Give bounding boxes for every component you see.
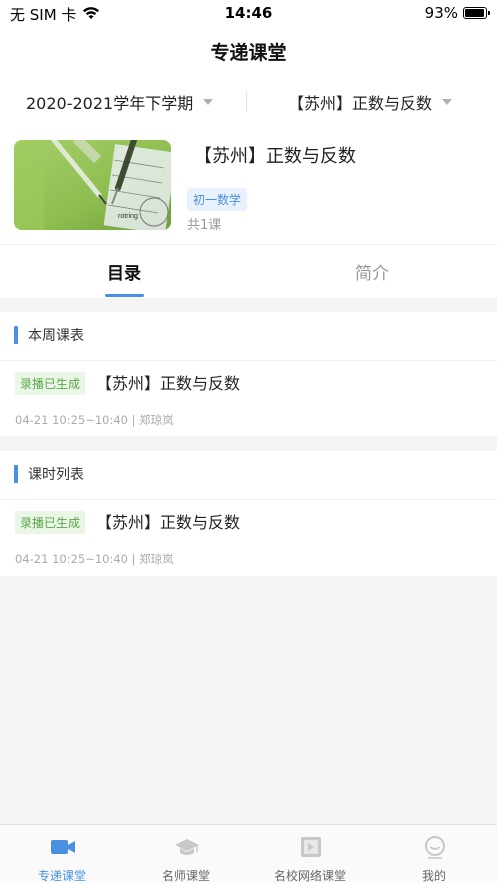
lesson-title: 【苏州】正数与反数 <box>96 374 241 393</box>
section-accent-bar <box>14 465 18 483</box>
divider <box>0 499 497 500</box>
bottom-tab-bar: 专递课堂 名师课堂 名校网络课堂 我的 <box>0 824 497 883</box>
section-lesson-list: 课时列表 录播已生成 【苏州】正数与反数 04-21 10:25~10:40 |… <box>0 451 497 576</box>
battery-fill <box>465 9 484 17</box>
lesson-meta: 04-21 10:25~10:40 | 郑琼岚 <box>15 552 174 566</box>
status-time: 14:46 <box>224 4 273 22</box>
recording-status-badge: 录播已生成 <box>15 511 86 534</box>
section-header: 本周课表 <box>14 326 84 344</box>
tabbar-item-online-school[interactable]: 名校网络课堂 <box>248 825 372 883</box>
section-title: 课时列表 <box>28 467 84 483</box>
course-filter-label: 【苏州】正数与反数 <box>288 94 433 113</box>
subject-tag: 初一数学 <box>187 188 248 211</box>
section-header: 课时列表 <box>14 465 84 483</box>
tabbar-item-special-classroom[interactable]: 专递课堂 <box>0 825 124 883</box>
course-filter-dropdown[interactable]: 【苏州】正数与反数 <box>288 86 453 118</box>
battery-icon <box>463 7 490 19</box>
tabbar-label: 名校网络课堂 <box>273 869 346 883</box>
video-file-icon <box>298 835 324 859</box>
course-thumbnail: rotring <box>14 140 171 230</box>
course-card: rotring 【苏州】正数与反数 初一数学 共1课 <box>14 140 484 233</box>
smile-face-icon <box>422 835 448 859</box>
caret-down-icon <box>203 99 214 105</box>
caret-down-icon <box>442 99 453 105</box>
lesson-count: 共1课 <box>187 218 222 233</box>
tabbar-label: 专递课堂 <box>37 869 86 883</box>
status-bar: 无 SIM 卡 14:46 93% <box>0 0 497 28</box>
thumbnail-brand-text: rotring <box>118 213 138 220</box>
status-right: 93% <box>424 4 490 22</box>
tab-active-indicator <box>105 294 144 297</box>
battery-percent: 93% <box>424 4 458 22</box>
filter-divider <box>246 92 247 112</box>
divider <box>0 360 497 361</box>
tabbar-item-mine[interactable]: 我的 <box>372 825 496 883</box>
tabbar-label: 名师课堂 <box>161 869 210 883</box>
filter-bar: 2020-2021学年下学期 【苏州】正数与反数 <box>0 86 497 118</box>
tabbar-label: 我的 <box>421 869 446 883</box>
term-filter-label: 2020-2021学年下学期 <box>26 94 194 113</box>
video-camera-icon <box>50 835 76 859</box>
content-tabs: 目录 简介 <box>0 244 497 298</box>
tabbar-item-famous-teacher[interactable]: 名师课堂 <box>124 825 248 883</box>
graduation-cap-icon <box>174 835 200 859</box>
course-title: 【苏州】正数与反数 <box>194 146 356 167</box>
recording-status-badge: 录播已生成 <box>15 372 86 395</box>
section-accent-bar <box>14 326 18 344</box>
tab-catalog[interactable]: 目录 <box>107 259 141 284</box>
lesson-title: 【苏州】正数与反数 <box>96 513 241 532</box>
lesson-meta: 04-21 10:25~10:40 | 郑琼岚 <box>15 413 174 427</box>
page-title: 专递课堂 <box>210 42 287 64</box>
tab-intro[interactable]: 简介 <box>355 259 389 284</box>
section-weekly-schedule: 本周课表 录播已生成 【苏州】正数与反数 04-21 10:25~10:40 |… <box>0 312 497 436</box>
term-filter-dropdown[interactable]: 2020-2021学年下学期 <box>26 86 214 118</box>
section-title: 本周课表 <box>28 328 84 344</box>
